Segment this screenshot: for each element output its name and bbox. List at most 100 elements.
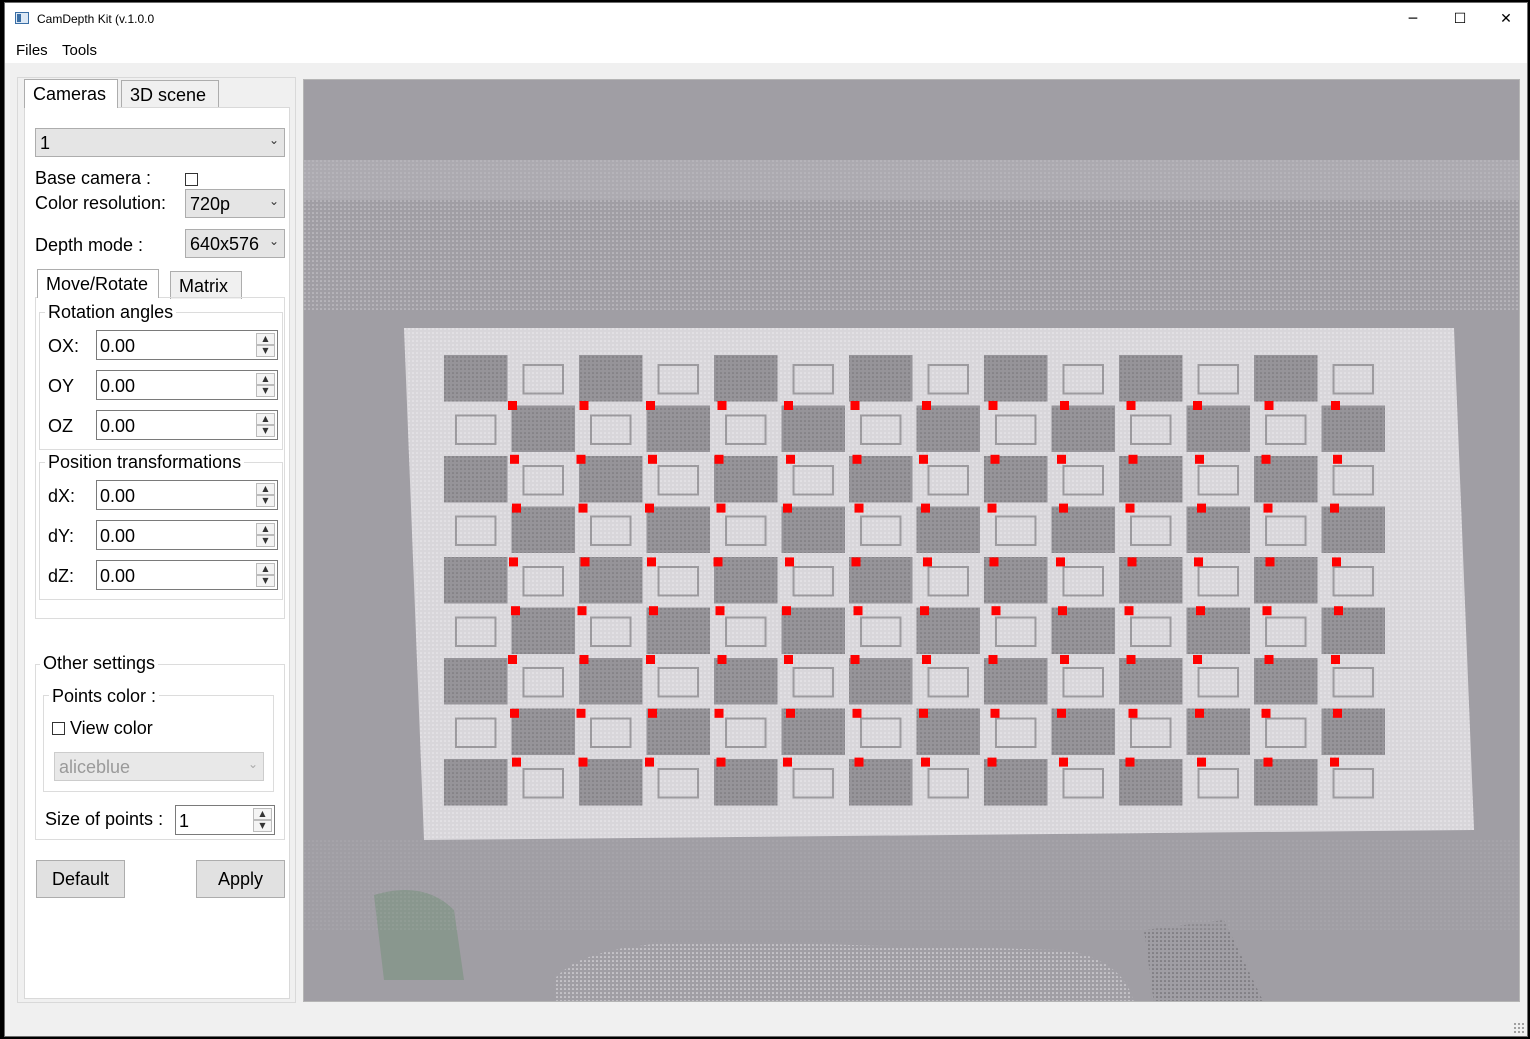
base-camera-checkbox[interactable] — [185, 173, 198, 186]
corner-marker — [851, 557, 861, 567]
spin-down-icon[interactable]: ▼ — [253, 820, 272, 832]
corner-marker — [715, 606, 725, 616]
spin-up-icon[interactable]: ▲ — [256, 333, 275, 345]
corner-marker — [1261, 708, 1271, 718]
corner-marker — [512, 503, 521, 513]
color-select-value: aliceblue — [59, 757, 131, 777]
point-cloud-scene[interactable] — [304, 80, 1520, 1002]
apply-button[interactable]: Apply — [196, 860, 285, 898]
status-bar — [5, 1008, 1527, 1036]
spin-down-icon[interactable]: ▼ — [256, 575, 275, 587]
size-of-points-spinbox[interactable]: 1 ▲ ▼ — [175, 805, 275, 835]
color-resolution-select[interactable]: 720p ⌄ — [185, 189, 285, 218]
minimize-button[interactable]: ─ — [1390, 3, 1436, 35]
settings-panel: Cameras 3D scene 1 ⌄ Base camera : Color… — [17, 77, 296, 1003]
dx-label: dX: — [48, 486, 76, 506]
dz-value: 0.00 — [100, 566, 136, 586]
checker-square-texture — [1254, 557, 1318, 604]
color-select[interactable]: aliceblue ⌄ — [54, 752, 264, 781]
chevron-down-icon: ⌄ — [268, 133, 279, 147]
corner-marker — [987, 757, 997, 767]
spin-up-icon[interactable]: ▲ — [256, 563, 275, 575]
corner-marker — [1126, 655, 1136, 664]
checker-square-texture — [444, 557, 508, 604]
dz-label: dZ: — [48, 566, 75, 586]
depth-mode-value: 640x576 — [190, 234, 260, 254]
tab-3d-scene[interactable]: 3D scene — [121, 80, 219, 108]
spin-up-icon[interactable]: ▲ — [256, 483, 275, 495]
default-button[interactable]: Default — [36, 860, 125, 898]
corner-marker — [989, 557, 999, 567]
checker-square-texture — [444, 355, 508, 402]
corner-marker — [1197, 503, 1206, 513]
dy-spinbox[interactable]: 0.00 ▲ ▼ — [96, 520, 278, 550]
size-of-points-label: Size of points : — [45, 809, 164, 829]
corner-marker — [1193, 401, 1202, 410]
tab-cameras[interactable]: Cameras — [24, 79, 118, 108]
checker-square-texture — [1254, 355, 1318, 402]
corner-marker — [850, 401, 860, 410]
corner-marker — [921, 503, 930, 513]
corner-marker — [510, 708, 519, 718]
spin-down-icon[interactable]: ▼ — [256, 385, 275, 397]
corner-marker — [990, 454, 1000, 464]
ox-spinbox[interactable]: 0.00 ▲ ▼ — [96, 330, 278, 360]
3d-viewport[interactable] — [303, 79, 1520, 1002]
dz-spinbox[interactable]: 0.00 ▲ ▼ — [96, 560, 278, 590]
cameras-tab-body: 1 ⌄ Base camera : Color resolution: 720p… — [24, 107, 290, 999]
window-title: CamDepth Kit (v.1.0.0 — [37, 12, 155, 26]
shelf-points — [304, 160, 1519, 200]
corner-marker — [510, 454, 519, 464]
spin-up-icon[interactable]: ▲ — [256, 373, 275, 385]
position-group-title: Position transformations — [45, 452, 245, 473]
corner-marker — [1330, 757, 1339, 767]
spin-up-icon[interactable]: ▲ — [256, 523, 275, 535]
resize-grip-icon[interactable] — [1513, 1022, 1525, 1034]
checker-square-texture — [1254, 658, 1318, 705]
title-bar[interactable]: CamDepth Kit (v.1.0.0 ─ ☐ ✕ — [5, 3, 1527, 35]
menu-tools[interactable]: Tools — [62, 42, 97, 59]
corner-marker — [1057, 454, 1066, 464]
maximize-button[interactable]: ☐ — [1437, 3, 1483, 35]
points-color-title: Points color : — [49, 686, 160, 707]
spin-down-icon[interactable]: ▼ — [256, 535, 275, 547]
checker-square-texture — [849, 355, 913, 402]
menu-files[interactable]: Files — [16, 42, 48, 59]
view-color-label: View color — [70, 718, 153, 738]
tab-move-rotate[interactable]: Move/Rotate — [37, 269, 159, 298]
spin-up-icon[interactable]: ▲ — [253, 808, 272, 820]
corner-marker — [919, 708, 928, 718]
corner-marker — [716, 503, 726, 513]
tab-matrix[interactable]: Matrix — [170, 271, 242, 299]
spin-down-icon[interactable]: ▼ — [256, 425, 275, 437]
corner-marker — [646, 401, 655, 410]
depth-mode-select[interactable]: 640x576 ⌄ — [185, 229, 285, 258]
oz-spinbox[interactable]: 0.00 ▲ ▼ — [96, 410, 278, 440]
view-color-checkbox[interactable] — [52, 722, 65, 735]
spin-down-icon[interactable]: ▼ — [256, 345, 275, 357]
corner-marker — [1056, 557, 1065, 567]
ox-label: OX: — [48, 336, 80, 356]
corner-marker — [920, 606, 929, 616]
checker-square-texture — [511, 708, 575, 755]
oz-value: 0.00 — [100, 416, 136, 436]
corner-marker — [783, 757, 792, 767]
corner-marker — [579, 655, 589, 664]
corner-marker — [1125, 503, 1135, 513]
checker-square-texture — [1321, 506, 1385, 553]
oz-label: OZ — [48, 416, 73, 436]
corner-marker — [649, 606, 658, 616]
corner-marker — [852, 454, 862, 464]
close-button[interactable]: ✕ — [1483, 3, 1529, 35]
spin-down-icon[interactable]: ▼ — [256, 495, 275, 507]
checker-square-texture — [714, 355, 778, 402]
checker-square-texture — [1321, 405, 1385, 452]
spin-up-icon[interactable]: ▲ — [256, 413, 275, 425]
checker-square-texture — [714, 456, 778, 503]
camera-select[interactable]: 1 ⌄ — [35, 128, 285, 157]
checker-square-texture — [511, 405, 575, 452]
corner-marker — [1193, 655, 1202, 664]
checker-square-texture — [646, 405, 710, 452]
oy-spinbox[interactable]: 0.00 ▲ ▼ — [96, 370, 278, 400]
dx-spinbox[interactable]: 0.00 ▲ ▼ — [96, 480, 278, 510]
